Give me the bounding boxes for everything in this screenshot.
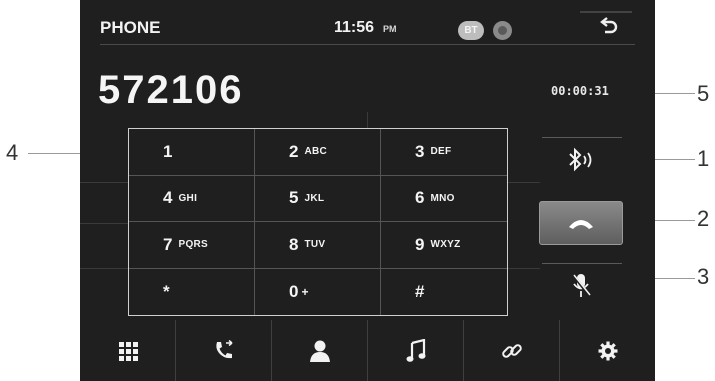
callout-5: 5 (697, 81, 710, 106)
key-6[interactable]: 6 MNO (381, 176, 507, 222)
nav-settings[interactable] (560, 320, 655, 381)
microphone-mute-button[interactable] (540, 268, 622, 304)
panel-divider (80, 223, 128, 224)
clock-ampm: PM (383, 24, 397, 34)
page-title: PHONE (100, 18, 161, 37)
panel-divider (80, 182, 128, 183)
nav-call-log[interactable] (176, 320, 272, 381)
key-hash[interactable]: # (381, 269, 507, 316)
key-8[interactable]: 8 TUV (255, 222, 381, 269)
key-star[interactable]: * (129, 268, 255, 315)
side-divider (542, 137, 622, 138)
bluetooth-audio-button[interactable] (540, 142, 622, 178)
key-2[interactable]: 2 ABC (255, 129, 381, 176)
contacts-icon (309, 340, 330, 362)
callout-4: 4 (6, 140, 19, 165)
key-4[interactable]: 4 GHI (129, 175, 255, 222)
link-icon (501, 343, 522, 358)
end-call-button[interactable] (539, 201, 623, 245)
music-icon (406, 338, 425, 362)
bluetooth-status-badge: BT (458, 21, 484, 40)
nav-music[interactable] (368, 320, 464, 381)
phone-screen: PHONE 11:56 PM BT 572106 00:00:31 1 2 ABC… (80, 0, 655, 381)
bottom-nav (80, 320, 655, 381)
header-divider (100, 44, 635, 45)
key-0[interactable]: 0 + (255, 268, 381, 315)
panel-divider (508, 182, 540, 183)
end-call-icon (569, 220, 593, 229)
key-7[interactable]: 7 PQRS (129, 222, 255, 269)
microphone-mute-icon (571, 274, 591, 297)
dial-keypad: 1 2 ABC 3 DEF 4 GHI 5 JKL 6 MNO 7 PQRS 8 TUV 9W… (128, 128, 508, 316)
panel-divider (367, 112, 368, 128)
clock-time: 11:56 (334, 19, 375, 36)
panel-divider (80, 268, 128, 269)
bluetooth-audio-icon (569, 147, 592, 172)
callout-1: 1 (697, 146, 710, 171)
panel-divider (508, 268, 540, 269)
call-log-icon (215, 339, 232, 358)
nav-link[interactable] (464, 320, 560, 381)
nav-keypad[interactable] (80, 320, 176, 381)
back-button[interactable] (577, 11, 635, 41)
side-divider (542, 263, 622, 264)
status-bar: PHONE 11:56 PM BT (80, 0, 655, 48)
key-1[interactable]: 1 (129, 129, 255, 176)
key-5[interactable]: 5 JKL (255, 175, 381, 222)
key-3[interactable]: 3 DEF (381, 129, 507, 176)
keypad-grid-icon (118, 341, 138, 361)
call-duration: 00:00:31 (551, 84, 609, 98)
nav-contacts[interactable] (272, 320, 368, 381)
callout-3: 3 (697, 264, 710, 289)
back-arrow-icon (580, 11, 632, 34)
key-9[interactable]: 9 WXYZ (381, 222, 507, 269)
disc-status-icon (493, 21, 512, 40)
dialed-number: 572106 (98, 68, 244, 112)
callout-2: 2 (697, 206, 710, 231)
settings-gear-icon (598, 341, 617, 360)
